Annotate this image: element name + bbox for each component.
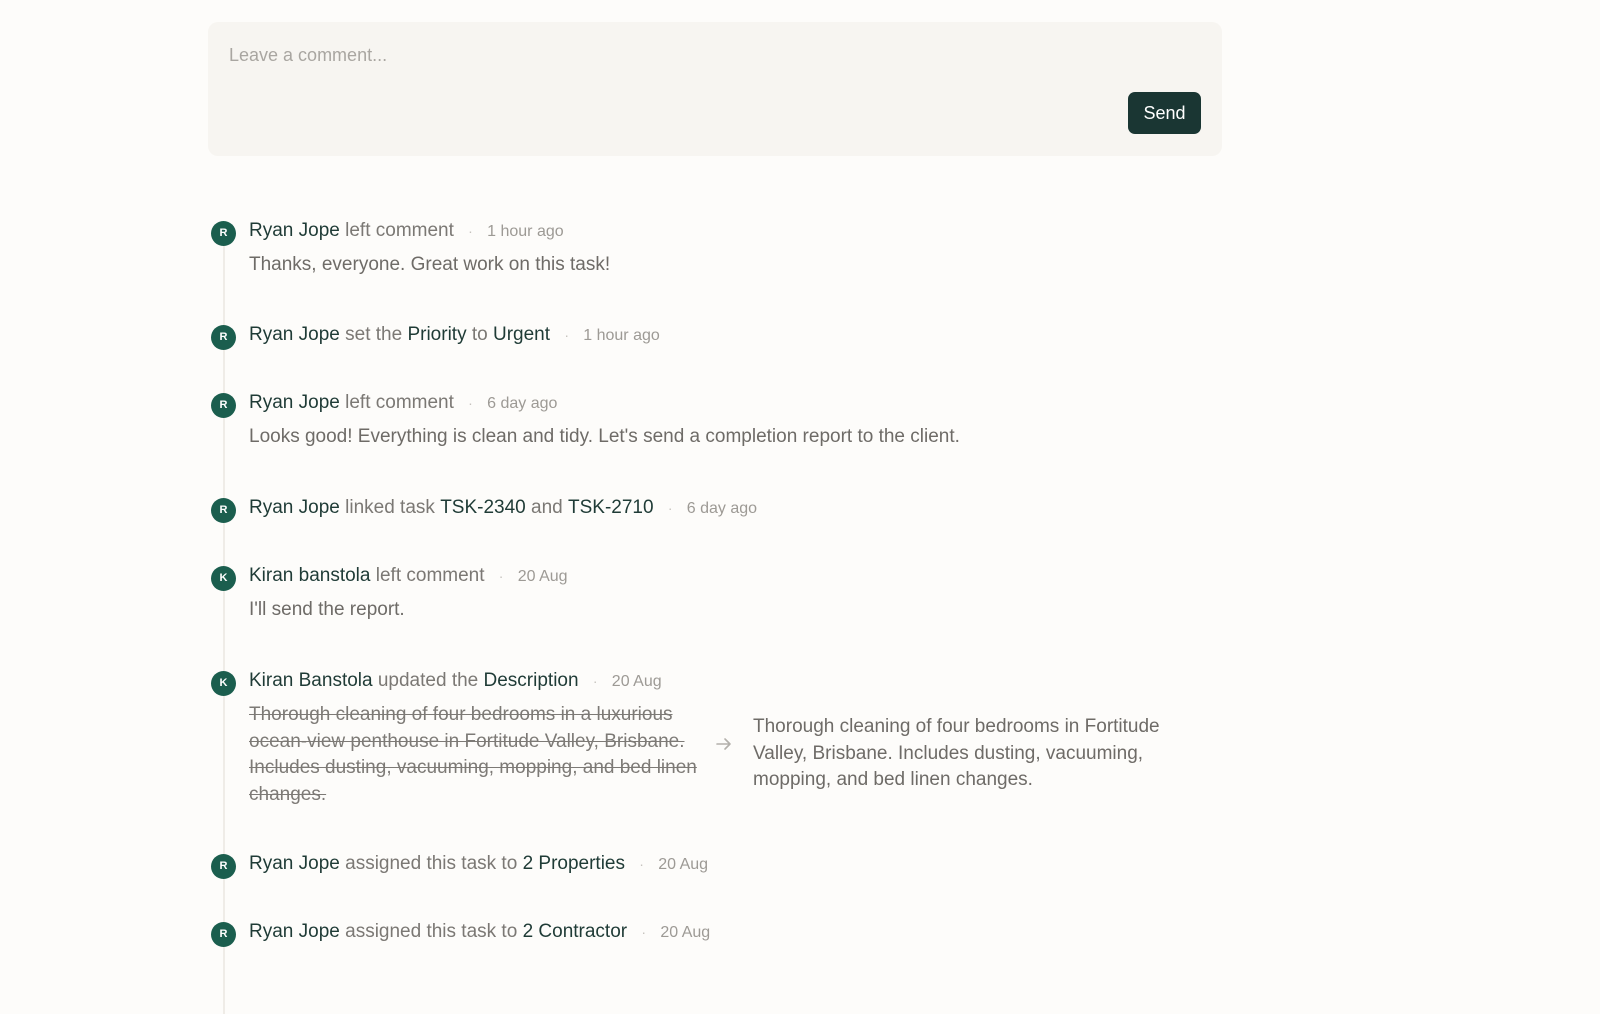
actor-name[interactable]: Ryan Jope: [249, 921, 340, 942]
actor-name[interactable]: Ryan Jope: [249, 497, 340, 518]
timestamp: 20 Aug: [658, 856, 709, 873]
separator-dot: ·: [592, 673, 598, 689]
task-link[interactable]: TSK-2340: [440, 497, 526, 518]
field-name: Priority: [407, 324, 467, 345]
actor-name[interactable]: Kiran banstola: [249, 565, 370, 586]
timestamp: 1 hour ago: [583, 327, 660, 344]
arrow-right-icon: [716, 738, 731, 750]
action-text: and: [531, 497, 563, 518]
action-text: to: [471, 324, 488, 345]
actor-name[interactable]: Kiran Banstola: [249, 670, 373, 691]
avatar[interactable]: K: [211, 671, 236, 696]
avatar[interactable]: R: [211, 922, 236, 947]
actor-name[interactable]: Ryan Jope: [249, 220, 340, 241]
action-text: set the: [345, 324, 403, 345]
comment-text: Looks good! Everything is clean and tidy…: [249, 426, 960, 447]
avatar[interactable]: R: [211, 854, 236, 879]
activity-header: Ryan Jope set the Priority to Urgent · 1…: [249, 321, 660, 349]
action-text: updated the: [377, 670, 479, 691]
separator-dot: ·: [641, 924, 647, 940]
task-link[interactable]: TSK-2710: [568, 497, 654, 518]
timestamp: 6 day ago: [487, 395, 558, 412]
activity-header: Kiran banstola left comment · 20 Aug: [249, 562, 568, 590]
action-text: assigned this task to: [345, 921, 518, 942]
activity-header: Ryan Jope assigned this task to 2 Proper…: [249, 850, 708, 878]
timestamp: 20 Aug: [517, 568, 568, 585]
action-text: left comment: [375, 565, 485, 586]
action-text: left comment: [345, 392, 454, 413]
new-description: Thorough cleaning of four bedrooms in Fo…: [753, 716, 1160, 790]
old-description: Thorough cleaning of four bedrooms in a …: [249, 704, 697, 805]
actor-name[interactable]: Ryan Jope: [249, 853, 340, 874]
separator-dot: ·: [639, 856, 644, 872]
field-value: Urgent: [493, 324, 551, 345]
action-text: left comment: [345, 220, 454, 241]
comment-composer: Send: [208, 22, 1222, 156]
avatar[interactable]: R: [211, 393, 236, 418]
avatar[interactable]: R: [211, 221, 236, 246]
timestamp: 6 day ago: [686, 500, 758, 517]
activity-header: Kiran Banstola updated the Description ·…: [249, 667, 662, 695]
activity-header: Ryan Jope left comment · 6 day ago: [249, 389, 557, 417]
actor-name[interactable]: Ryan Jope: [249, 324, 340, 345]
timestamp: 20 Aug: [611, 673, 662, 690]
comment-text: Thanks, everyone. Great work on this tas…: [249, 254, 611, 275]
avatar[interactable]: R: [211, 498, 236, 523]
comment-input[interactable]: [208, 22, 1222, 156]
separator-dot: ·: [468, 223, 473, 239]
assignment-target[interactable]: 2 Contractor: [523, 921, 628, 942]
action-text: assigned this task to: [345, 853, 518, 874]
separator-dot: ·: [667, 500, 673, 516]
activity-header: Ryan Jope linked task TSK-2340 and TSK-2…: [249, 494, 757, 522]
timestamp: 20 Aug: [660, 924, 711, 941]
separator-dot: ·: [564, 327, 569, 343]
activity-header: Ryan Jope assigned this task to 2 Contra…: [249, 918, 710, 946]
send-button[interactable]: Send: [1128, 92, 1201, 134]
separator-dot: ·: [468, 395, 473, 411]
assignment-target[interactable]: 2 Properties: [523, 853, 625, 874]
timestamp: 1 hour ago: [487, 223, 564, 240]
comment-text: I'll send the report.: [249, 599, 405, 620]
activity-header: Ryan Jope left comment · 1 hour ago: [249, 217, 564, 245]
separator-dot: ·: [498, 568, 504, 584]
avatar[interactable]: K: [211, 566, 236, 591]
action-text: linked task: [345, 497, 435, 518]
avatar[interactable]: R: [211, 325, 236, 350]
actor-name[interactable]: Ryan Jope: [249, 392, 340, 413]
field-name: Description: [483, 670, 579, 691]
